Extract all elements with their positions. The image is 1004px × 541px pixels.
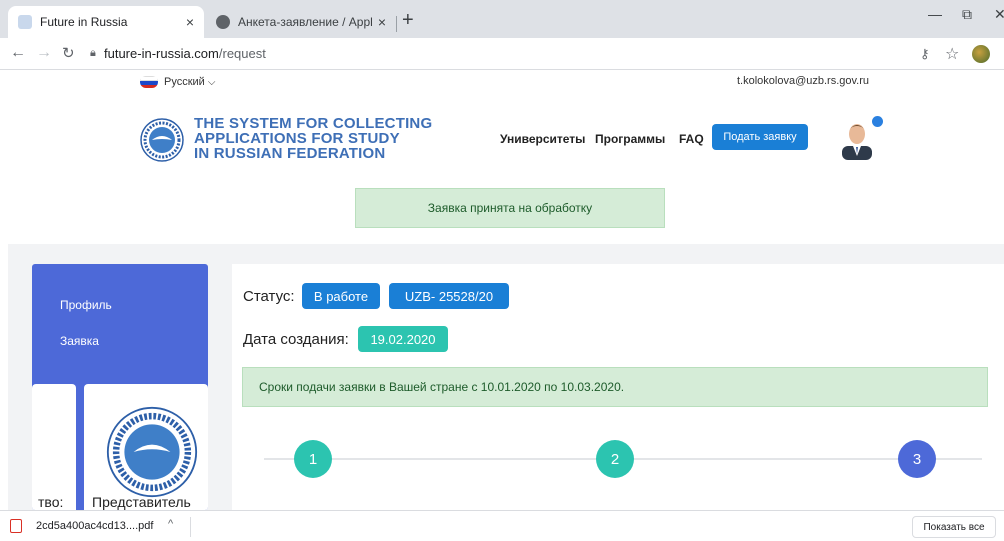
globe-icon xyxy=(216,15,230,29)
step-2[interactable]: 2 xyxy=(596,440,634,478)
notification-dot xyxy=(872,116,883,127)
sidebar-item-application[interactable]: Заявка xyxy=(60,334,99,348)
browser-tab-bar: Future in Russia × Анкета-заявление / Ap… xyxy=(0,0,1004,38)
address-bar: ← → ↻ 🔒︎ future-in-russia.com/request ⚷ … xyxy=(0,38,1004,70)
pdf-file-icon xyxy=(10,519,22,533)
new-tab-button[interactable]: + xyxy=(402,10,414,30)
chevron-up-icon[interactable]: ^ xyxy=(168,518,173,530)
download-bar: 2cd5a400ac4cd13....pdf ^ Показать все xyxy=(0,510,1004,541)
card-left-text: тво: xyxy=(38,494,64,510)
rossotrudnichestvo-emblem xyxy=(106,406,198,498)
sidebar-item-profile[interactable]: Профиль xyxy=(60,298,112,312)
nav-faq[interactable]: FAQ xyxy=(679,132,704,146)
lock-icon: 🔒︎ xyxy=(90,47,96,59)
key-icon[interactable]: ⚷ xyxy=(920,46,930,62)
step-3[interactable]: 3 xyxy=(898,440,936,478)
created-label: Дата создания: xyxy=(243,331,349,348)
rossotrudnichestvo-logo[interactable] xyxy=(140,118,184,162)
brand-title: THE SYSTEM FOR COLLECTING APPLICATIONS F… xyxy=(194,116,432,161)
created-date-badge: 19.02.2020 xyxy=(358,326,448,352)
representative-card-left[interactable] xyxy=(32,384,76,510)
success-alert: Заявка принята на обработку xyxy=(355,188,665,228)
download-file-name[interactable]: 2cd5a400ac4cd13....pdf xyxy=(36,520,153,532)
language-selector[interactable]: Русский ⌵ xyxy=(140,76,215,88)
close-window-button[interactable]: ✕ xyxy=(994,6,1004,23)
show-all-button[interactable]: Показать все xyxy=(912,516,996,538)
tab-separator xyxy=(396,16,397,32)
url-field[interactable]: future-in-russia.com/request xyxy=(104,46,266,61)
url-host: future-in-russia.com xyxy=(104,46,219,61)
deadline-alert: Сроки подачи заявки в Вашей стране с 10.… xyxy=(242,367,988,407)
brand-line: THE SYSTEM FOR COLLECTING xyxy=(194,115,433,132)
status-label: Статус: xyxy=(243,288,295,305)
web-page: Русский ⌵ t.kolokolova@uzb.rs.gov.ru THE… xyxy=(0,70,1004,510)
site-favicon-icon xyxy=(18,15,32,29)
restore-button[interactable]: ⧉ xyxy=(962,6,972,23)
language-label: Русский xyxy=(164,76,205,88)
status-badge: В работе xyxy=(302,283,380,309)
forward-arrow-icon[interactable]: → xyxy=(36,44,52,62)
user-email[interactable]: t.kolokolova@uzb.rs.gov.ru xyxy=(737,75,869,87)
application-id-badge: UZB- 25528/20 xyxy=(389,283,509,309)
card-right-text: Представитель xyxy=(92,494,191,510)
nav-universities[interactable]: Университеты xyxy=(500,132,585,146)
bookmark-star-icon[interactable]: ☆ xyxy=(945,44,959,64)
reload-icon[interactable]: ↻ xyxy=(62,44,75,62)
tab-title: Анкета-заявление / Application xyxy=(238,15,372,29)
user-avatar[interactable] xyxy=(838,118,876,160)
nav-programs[interactable]: Программы xyxy=(595,132,665,146)
url-path: /request xyxy=(218,46,266,61)
download-separator xyxy=(190,517,191,537)
back-arrow-icon[interactable]: ← xyxy=(10,44,26,62)
tab-title: Future in Russia xyxy=(40,15,128,29)
tab-close-icon[interactable]: × xyxy=(186,14,194,30)
sidebar: Профиль Заявка тво: Представитель xyxy=(32,264,208,510)
russian-flag-icon xyxy=(140,76,158,88)
tab-close-icon[interactable]: × xyxy=(378,14,386,30)
brand-line: APPLICATIONS FOR STUDY xyxy=(194,130,400,147)
tab-future-in-russia[interactable]: Future in Russia × xyxy=(8,6,204,38)
minimize-button[interactable]: — xyxy=(928,6,942,22)
browser-profile-avatar[interactable] xyxy=(972,45,990,63)
apply-button[interactable]: Подать заявку xyxy=(712,124,808,150)
brand-line: IN RUSSIAN FEDERATION xyxy=(194,145,386,162)
tab-application-form[interactable]: Анкета-заявление / Application × xyxy=(206,6,396,38)
chevron-down-icon: ⌵ xyxy=(207,76,216,88)
step-1[interactable]: 1 xyxy=(294,440,332,478)
representative-card[interactable] xyxy=(84,384,208,510)
